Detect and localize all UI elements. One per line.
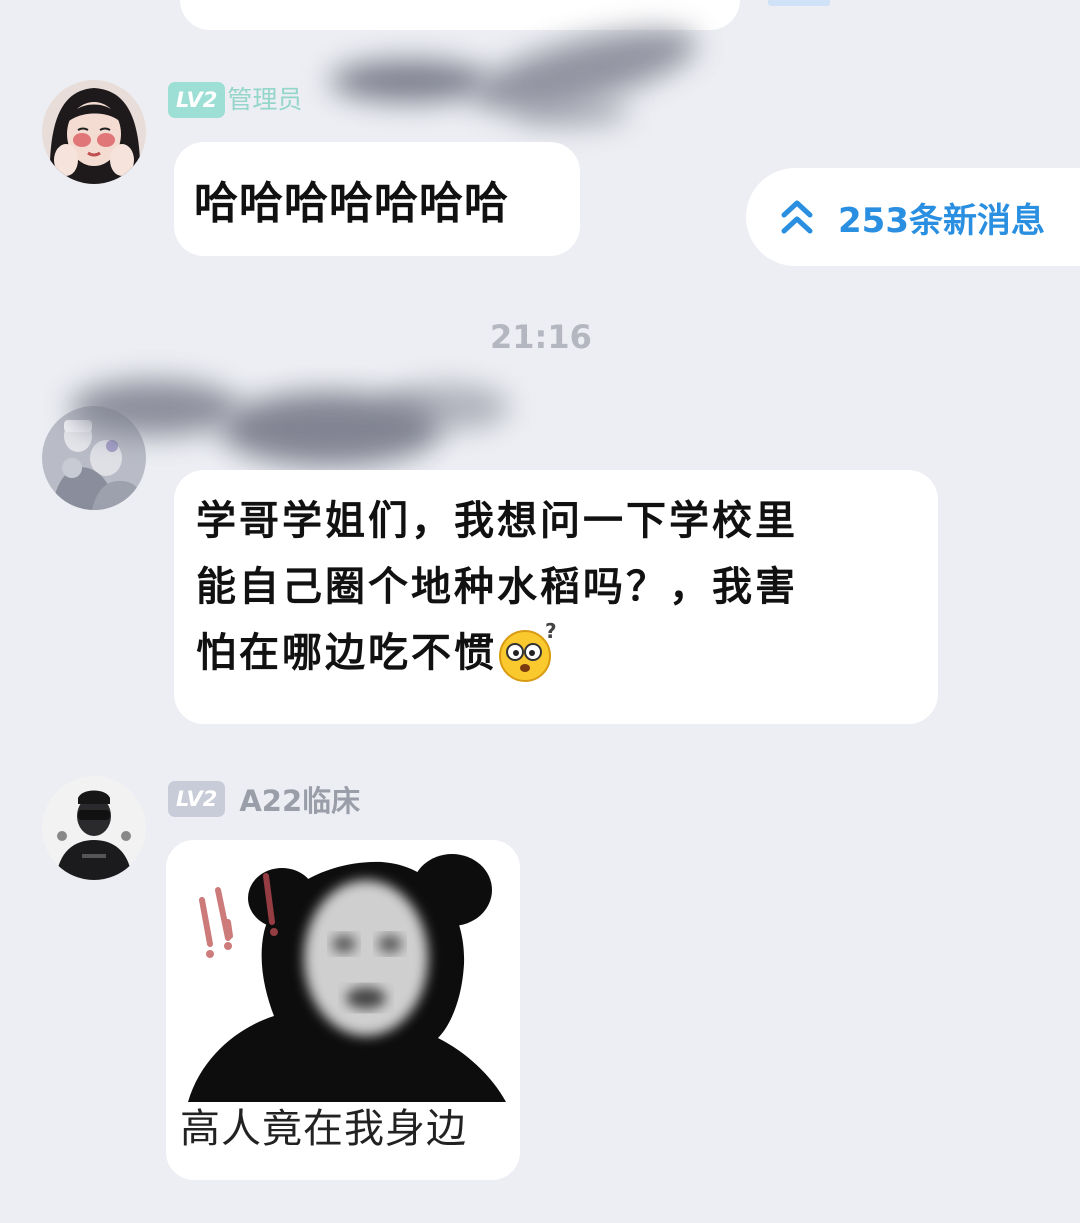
message-bubble[interactable]: 学哥学姐们，我想问一下学校里 能自己圈个地种水稻吗？，我害 怕在哪边吃不惯 ? bbox=[174, 470, 938, 724]
sender-name[interactable]: A22临床 bbox=[239, 778, 360, 820]
avatar-girl-image bbox=[42, 80, 146, 184]
new-messages-count: 253条新消息 bbox=[838, 200, 1045, 241]
scroll-indicator bbox=[768, 0, 830, 6]
level-badge: LV2 bbox=[168, 82, 226, 118]
confused-face-emoji: ? bbox=[499, 622, 557, 682]
sticker-caption: 高人竟在我身边 bbox=[180, 1106, 467, 1152]
message-last-line: 怕在哪边吃不惯 ? bbox=[196, 620, 938, 686]
sender-header: LV2 管理员 bbox=[168, 82, 312, 118]
timestamp: 21:16 bbox=[490, 318, 592, 356]
redacted-name-blur bbox=[510, 94, 630, 128]
redacted-name-blur bbox=[330, 60, 490, 102]
previous-message-bubble bbox=[180, 0, 740, 30]
avatar[interactable] bbox=[42, 776, 146, 880]
level-badge: LV2 bbox=[168, 781, 226, 817]
message-text-line: 学哥学姐们，我想问一下学校里 bbox=[196, 498, 798, 544]
redacted-name-blur bbox=[70, 380, 240, 436]
message-text-line: 怕在哪边吃不惯 bbox=[196, 630, 497, 676]
sticker-message[interactable]: 高人竟在我身边 bbox=[166, 840, 520, 1180]
admin-role-tag: 管理员 bbox=[227, 85, 303, 114]
sender-header: LV2 A22临床 bbox=[168, 778, 360, 820]
message-bubble[interactable]: 哈哈哈哈哈哈哈 bbox=[174, 142, 580, 256]
new-messages-button[interactable]: 253条新消息 bbox=[746, 168, 1080, 266]
message-text-line: 能自己圈个地种水稻吗？，我害 bbox=[196, 564, 798, 610]
avatar[interactable] bbox=[42, 80, 146, 184]
redacted-name-blur bbox=[380, 384, 510, 430]
avatar-masked-figure-image bbox=[42, 776, 146, 880]
double-chevron-up-icon bbox=[781, 200, 813, 234]
message-text: 哈哈哈哈哈哈哈 bbox=[194, 178, 509, 229]
svg-text:?: ? bbox=[545, 622, 557, 643]
